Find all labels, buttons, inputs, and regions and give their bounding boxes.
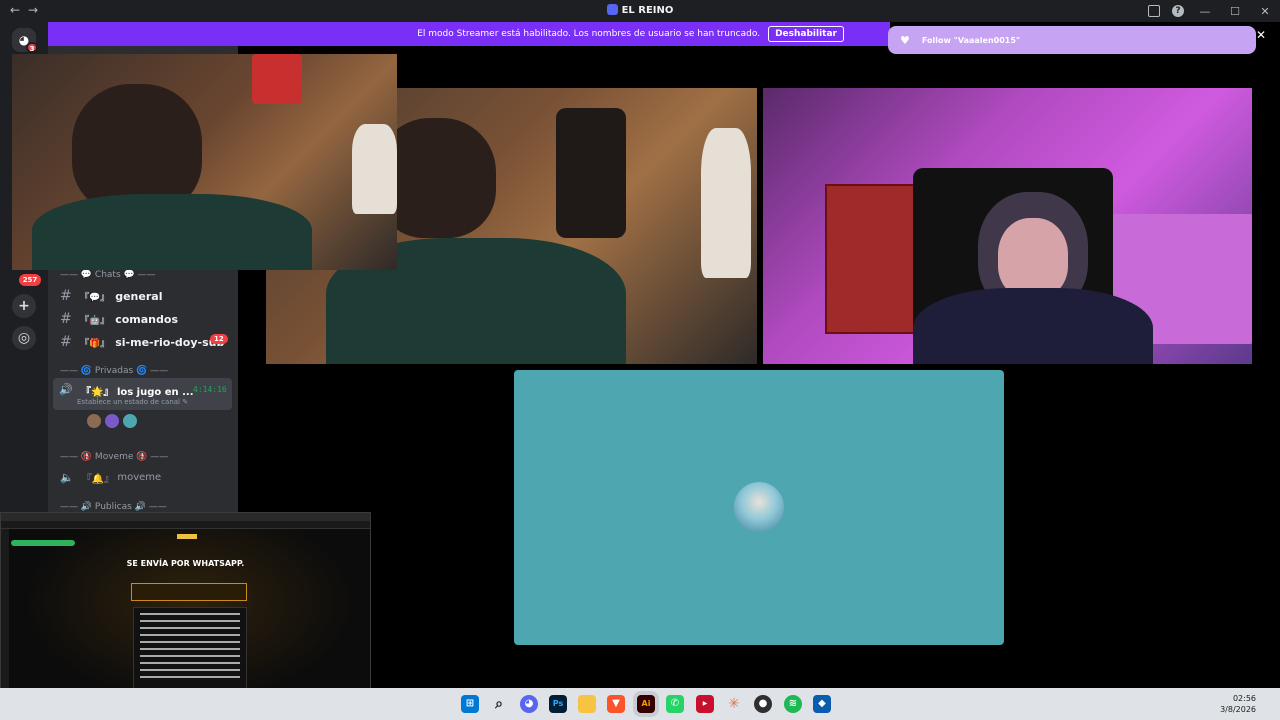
channel-emoji: 『🎁』 [80,338,110,349]
compass-icon[interactable]: ◎ [12,326,36,350]
system-clock[interactable]: 02:56 3/8/2026 [1220,693,1256,715]
category-chats[interactable]: —— 💬 Chats 💬 —— [60,270,156,280]
video-tile-user-2[interactable] [763,88,1252,364]
person-body [32,194,312,270]
channel-emoji: 『💬』 [80,292,110,303]
minimize-button[interactable]: — [1193,5,1217,18]
person-face [998,218,1068,298]
voice-channel-name: 『🌟』 los jugo en ... [81,383,194,398]
follow-toast: ♥ Follow "Vaaalen0015" [888,26,1256,54]
claude-icon[interactable]: ✳ [725,695,743,713]
follow-toast-text: Follow "Vaaalen0015" [921,35,1021,45]
green-pill [11,540,75,546]
voice-channel-emoji: 『🔔』 [81,474,115,485]
search-icon[interactable]: ⌕ [490,695,508,713]
browser-tab-strip [1,513,370,521]
vpn-icon[interactable]: ◆ [813,695,831,713]
add-server-button[interactable]: + [12,294,36,318]
mention-count-badge: 257 [19,274,41,286]
brave-icon[interactable]: ▼ [607,695,625,713]
streamer-mode-message: El modo Streamer está habilitado. Los no… [417,29,761,39]
notice-box [131,583,247,601]
channel-name: si-me-rio-doy-sub [115,335,225,349]
channel-emoji: 『🤖』 [80,315,110,326]
windows-taskbar: ⊞ ⌕ ◕ Ps ▼ Ai ✆ ▶ ✳ ● ≋ ◆ 02:56 3/8/2026 [0,688,1280,720]
speaker-icon: 🔊 [59,383,73,396]
window-titlebar: ←→ EL REINO ? — ☐ ✕ [0,0,1280,22]
photoshop-icon[interactable]: Ps [549,695,567,713]
hash-icon: # [60,311,72,327]
whatsapp-icon[interactable]: ✆ [666,695,684,713]
discord-icon[interactable]: ◕ [520,695,538,713]
disable-streamer-button[interactable]: Deshabilitar [768,26,844,42]
avatar [734,482,784,532]
category-moveme[interactable]: —— 🚯 Moveme 🚯 —— [60,452,168,462]
category-publicas[interactable]: —— 🔊 Publicas 🔊 —— [60,502,167,512]
voice-channel-active[interactable]: 🔊 『🌟』 los jugo en ... 4:14:16 Establece … [53,378,232,410]
spotify-icon[interactable]: ≋ [784,695,802,713]
browser-address-bar [1,521,370,529]
voice-channel-emoji: 『🌟』 [81,387,114,398]
server-icon [606,4,618,15]
category-label: —— 🔊 Publicas 🔊 —— [60,502,167,512]
home-badge: 3 [26,42,38,53]
server-title: EL REINO [0,4,1280,16]
help-icon[interactable]: ? [1172,5,1184,17]
video-tile-pip[interactable] [12,54,397,270]
voice-timer: 4:14:16 [193,385,227,394]
avatar[interactable] [86,413,102,429]
heart-icon: ♥ [900,33,910,47]
audio-tile-user-3[interactable] [514,370,1004,645]
clock-time: 02:56 [1232,694,1256,703]
hash-icon: # [60,288,72,304]
category-label: —— 💬 Chats 💬 —— [60,270,156,280]
windows-icon[interactable]: ⊞ [461,695,479,713]
browser-sidebar [1,529,9,711]
avatar[interactable] [104,413,120,429]
category-label: —— 🌀 Privadas 🌀 —— [60,366,169,376]
illustrator-icon[interactable]: Ai [637,695,655,713]
channel-name: comandos [115,312,178,326]
chair [556,108,626,238]
channel-comandos[interactable]: # 『🤖』 comandos [60,311,178,327]
voice-channel-label: los jugo en ... [116,387,194,398]
category-privadas[interactable]: —— 🌀 Privadas 🌀 —— [60,366,168,376]
streamer-mode-banner: El modo Streamer está habilitado. Los no… [48,22,890,46]
obs-icon[interactable]: ● [754,695,772,713]
unread-badge: 12 [210,334,228,344]
lamp [701,128,751,278]
maximize-button[interactable]: ☐ [1223,5,1247,18]
video-editor-icon[interactable]: ▶ [696,695,714,713]
server-title-text: EL REINO [621,5,674,16]
channel-general[interactable]: # 『💬』 general [60,288,162,304]
hash-icon: # [60,334,72,350]
details-panel [133,607,247,693]
page-headline: SE ENVÍA POR WHATSAPP. [126,559,245,568]
category-label: —— 🚯 Moveme 🚯 —— [60,452,169,462]
channel-name: general [115,289,163,303]
file-explorer-icon[interactable] [578,695,596,713]
channel-status-prompt[interactable]: Establece un estado de canal ✎ [77,398,188,406]
browser-preview-thumbnail[interactable]: SE ENVÍA POR WHATSAPP. [0,512,371,712]
voice-participants [86,413,140,429]
clock-date: 3/8/2026 [1220,705,1256,714]
toast-close-icon[interactable]: ✕ [1256,28,1266,42]
speaker-icon: 🔈 [60,471,74,484]
site-logo [177,534,197,539]
inbox-icon[interactable] [1148,5,1160,17]
avatar[interactable] [122,413,138,429]
channel-si-me-rio-doy-sub[interactable]: # 『🎁』 si-me-rio-doy-sub 12 [60,334,235,350]
person-body [913,288,1153,364]
voice-channel-moveme[interactable]: 🔈 『🔔』 moveme [60,470,161,485]
heater [252,54,302,104]
lamp [352,124,397,214]
close-button[interactable]: ✕ [1253,5,1277,18]
voice-channel-name: moveme [117,472,162,483]
